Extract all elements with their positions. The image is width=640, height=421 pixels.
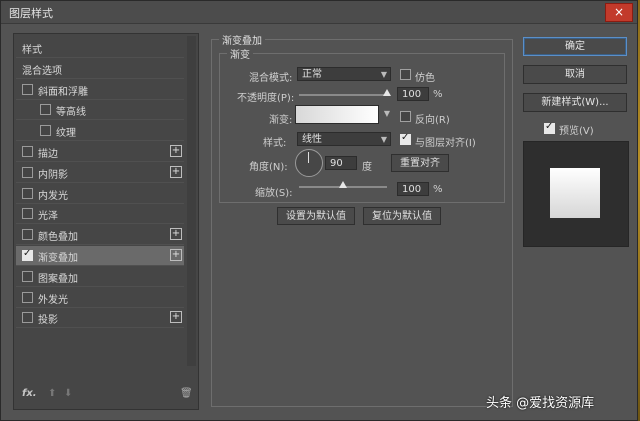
chevron-down-icon: ▼ — [380, 70, 387, 79]
style-item-label: 内发光 — [38, 190, 68, 202]
style-item-label: 纹理 — [56, 128, 76, 140]
layer-style-dialog: 图层样式 × 样式混合选项斜面和浮雕等高线纹理描边 + 内阴影 + 内发光光泽颜色叠加 +… — [0, 0, 638, 421]
style-item-label: 样式 — [22, 45, 42, 56]
style-preview — [523, 141, 629, 247]
watermark: 头条 @爱找资源库 — [486, 396, 595, 411]
add-icon[interactable]: + — [170, 249, 182, 261]
add-icon[interactable]: + — [170, 311, 182, 324]
move-down-icon[interactable]: ⬇ — [64, 388, 72, 399]
new-style-button[interactable]: 新建样式(W)... — [523, 93, 627, 112]
reset-default-button[interactable]: 复位为默认值 — [363, 207, 441, 225]
dither-label: 仿色 — [415, 73, 435, 84]
style-item-checkbox[interactable] — [22, 146, 33, 157]
angle-unit: 度 — [362, 162, 372, 173]
style-item[interactable]: 投影 + — [16, 308, 184, 329]
style-item-label: 光泽 — [38, 211, 58, 223]
styles-footer: fx. ⬆ ⬇ 🗑 — [20, 387, 193, 403]
blend-mode-label: 混合模式: — [249, 73, 293, 84]
scale-slider-thumb[interactable] — [339, 181, 347, 188]
scale-label: 缩放(S): — [255, 188, 293, 199]
blend-mode-value: 正常 — [302, 69, 322, 80]
opacity-unit: % — [433, 89, 443, 100]
opacity-input[interactable]: 100 — [397, 87, 429, 101]
set-default-button[interactable]: 设置为默认值 — [277, 207, 355, 225]
style-item-label: 外发光 — [38, 294, 68, 306]
group-title: 渐变叠加 — [219, 32, 265, 47]
reverse-label: 反向(R) — [415, 115, 450, 126]
chevron-down-icon[interactable]: ▼ — [384, 109, 390, 118]
style-item-checkbox[interactable] — [22, 208, 33, 220]
style-item-checkbox[interactable] — [22, 83, 33, 95]
style-item[interactable]: 光泽 — [16, 204, 184, 225]
style-item-checkbox[interactable] — [22, 291, 33, 303]
trash-icon[interactable]: 🗑 — [180, 388, 193, 399]
opacity-slider-thumb[interactable] — [383, 89, 391, 96]
style-item[interactable]: 图案叠加 — [16, 267, 184, 287]
style-item-label: 等高线 — [56, 107, 86, 119]
align-with-layer-checkbox[interactable] — [400, 132, 411, 145]
ok-button[interactable]: 确定 — [523, 37, 627, 56]
style-item-checkbox[interactable] — [40, 125, 51, 137]
fx-icon[interactable]: fx. — [22, 388, 37, 399]
scale-unit: % — [433, 184, 443, 195]
styles-list: 样式混合选项斜面和浮雕等高线纹理描边 + 内阴影 + 内发光光泽颜色叠加 + 渐变叠加 + 图案… — [13, 33, 199, 410]
add-icon[interactable]: + — [170, 145, 182, 157]
style-item-label: 内阴影 — [38, 169, 68, 181]
style-item[interactable]: 颜色叠加 + — [16, 225, 184, 246]
style-item[interactable]: 渐变叠加 + — [16, 246, 184, 266]
title-bar: 图层样式 × — [1, 1, 637, 24]
style-item-label: 颜色叠加 — [38, 232, 78, 244]
opacity-label: 不透明度(P): — [237, 93, 295, 104]
style-item[interactable]: 混合选项 — [16, 59, 184, 79]
angle-label: 角度(N): — [249, 162, 288, 173]
styles-scrollbar[interactable] — [187, 36, 196, 366]
style-item[interactable]: 纹理 — [16, 121, 184, 142]
preview-label: 预览(V) — [559, 126, 594, 137]
opacity-slider[interactable] — [299, 94, 387, 96]
style-item-label: 图案叠加 — [38, 273, 78, 285]
style-item-checkbox[interactable] — [22, 229, 33, 241]
style-item[interactable]: 外发光 — [16, 288, 184, 308]
style-item-checkbox[interactable] — [22, 248, 33, 261]
dither-checkbox[interactable] — [400, 69, 411, 80]
reset-alignment-button[interactable]: 重置对齐 — [391, 154, 449, 172]
style-item-checkbox[interactable] — [22, 270, 33, 282]
style-item[interactable]: 斜面和浮雕 — [16, 80, 184, 100]
angle-input[interactable]: 90 — [325, 156, 357, 170]
style-value: 线性 — [302, 134, 322, 145]
subgroup-title: 渐变 — [227, 46, 253, 61]
blend-mode-select[interactable]: 正常 ▼ — [297, 67, 391, 81]
add-icon[interactable]: + — [170, 228, 182, 241]
style-item-label: 混合选项 — [22, 65, 62, 77]
dialog-title: 图层样式 — [9, 7, 53, 20]
style-select[interactable]: 线性 ▼ — [297, 132, 391, 146]
style-item[interactable]: 等高线 — [16, 100, 184, 121]
style-item-checkbox[interactable] — [22, 312, 33, 324]
style-item[interactable]: 描边 + — [16, 142, 184, 162]
style-item-checkbox[interactable] — [22, 187, 33, 199]
move-up-icon[interactable]: ⬆ — [48, 388, 56, 399]
angle-dial[interactable] — [295, 149, 323, 177]
style-item[interactable]: 内阴影 + — [16, 163, 184, 183]
style-label: 样式: — [263, 138, 287, 149]
style-item-label: 渐变叠加 — [38, 253, 78, 264]
align-with-layer-label: 与图层对齐(I) — [415, 138, 476, 149]
gradient-swatch[interactable]: ▼ — [295, 105, 390, 124]
chevron-down-icon: ▼ — [380, 135, 387, 144]
reverse-checkbox[interactable] — [400, 111, 411, 122]
close-icon[interactable]: × — [605, 3, 633, 22]
gradient-label: 渐变: — [269, 115, 293, 126]
style-item-checkbox[interactable] — [22, 166, 33, 178]
style-item-label: 斜面和浮雕 — [38, 86, 88, 98]
style-item-checkbox[interactable] — [40, 104, 51, 116]
preview-checkbox[interactable] — [544, 121, 555, 134]
style-item-label: 投影 — [38, 315, 58, 327]
scale-input[interactable]: 100 — [397, 182, 429, 196]
style-item-label: 描边 — [38, 149, 58, 160]
preview-swatch — [550, 168, 600, 218]
add-icon[interactable]: + — [170, 165, 182, 178]
style-item[interactable]: 内发光 — [16, 184, 184, 204]
cancel-button[interactable]: 取消 — [523, 65, 627, 84]
style-item[interactable]: 样式 — [16, 38, 184, 58]
